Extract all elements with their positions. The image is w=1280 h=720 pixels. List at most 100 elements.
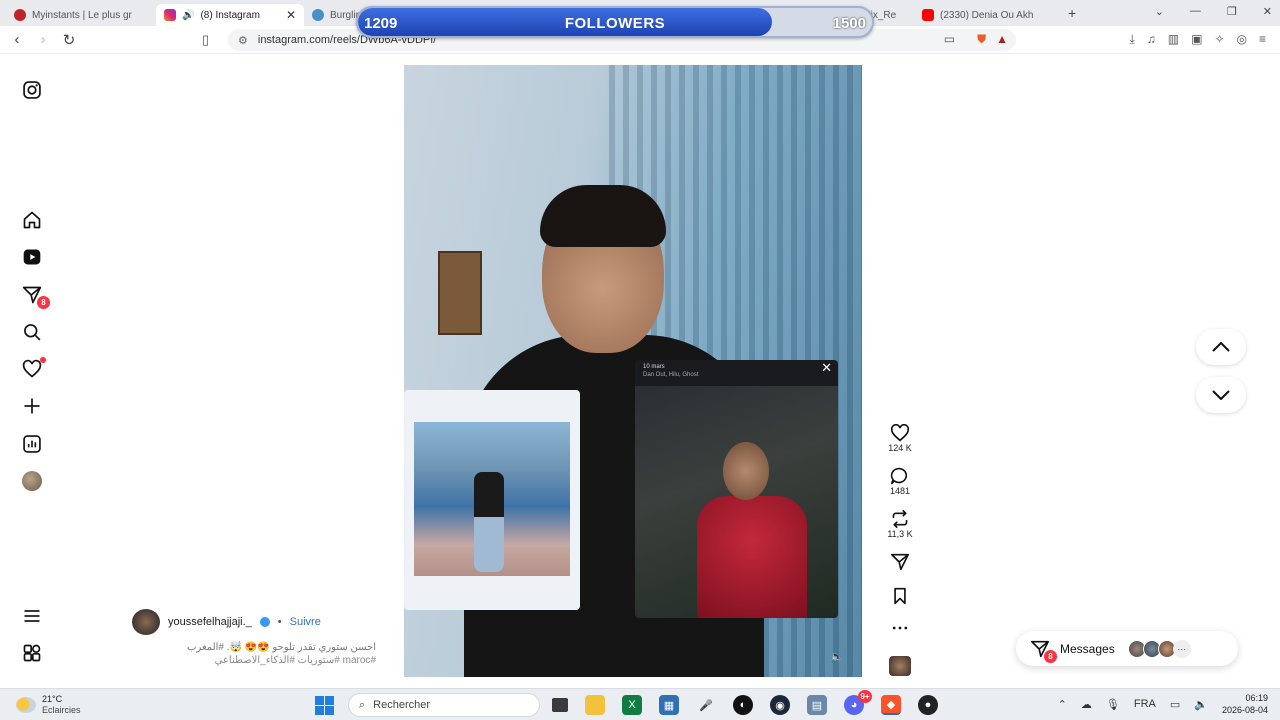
followers-label: FOLLOWERS — [564, 15, 666, 32]
minimize-icon[interactable]: — — [1190, 5, 1201, 18]
author-avatar[interactable] — [132, 609, 160, 635]
story-date: 10 mars — [643, 364, 665, 370]
speaker-icon[interactable]: 🔊 — [182, 10, 194, 21]
brave-browser-icon[interactable]: ◆ — [881, 695, 901, 715]
messages-label: Messages — [1060, 641, 1115, 656]
heart-notifications-icon[interactable] — [20, 357, 46, 381]
forward-icon[interactable]: › — [30, 31, 56, 48]
store-icon[interactable]: ▤ — [807, 695, 827, 715]
person-hair — [540, 185, 666, 247]
display-icon[interactable]: ▭ — [1170, 698, 1180, 711]
chevron-down-icon — [1212, 390, 1230, 400]
save-button[interactable] — [882, 587, 918, 605]
mic-tray-icon[interactable]: 🎙 — [1106, 698, 1120, 711]
close-window-icon[interactable]: ✕ — [1263, 5, 1272, 18]
discord-icon[interactable]: ◕ 9+ — [844, 690, 872, 715]
more-menu-icon[interactable] — [20, 604, 44, 628]
pinned-apps: X ▦ 🎤 ◐ ◉ ▤ ◕ 9+ ◆ ● — [552, 690, 938, 715]
weather-desc: Eclaircies — [42, 705, 81, 715]
author-username[interactable]: youssefelhajjaji._ — [168, 616, 252, 628]
tab-myinstants[interactable]: Myinstants | Le plus gr — [6, 4, 156, 26]
tab-youtube[interactable]: (2330) Denia Ou Akh — [914, 4, 1064, 26]
reel-video[interactable]: 10 mars Dan Out, Hilu, Ghost ✕ 🔈 — [404, 65, 862, 677]
site-settings-icon[interactable]: ⚙ — [238, 34, 248, 47]
instagram-logo-icon[interactable] — [20, 78, 44, 102]
obs-icon[interactable]: ● — [918, 695, 938, 715]
weather-widget[interactable]: 21°C Eclaircies — [16, 694, 81, 716]
bookmark-icon[interactable]: ▯ — [202, 32, 209, 48]
task-view-icon[interactable] — [552, 698, 568, 712]
music-icon[interactable]: ♫ — [1147, 32, 1156, 47]
microphone-icon[interactable]: 🎤 — [696, 695, 716, 715]
browser-toolbar: ⤓ ♫ ▥ ▣ ✧ ◎ ≡ — [1129, 32, 1266, 47]
download-icon[interactable]: ⤓ — [1129, 32, 1134, 47]
close-tab-icon[interactable]: ✕ — [286, 8, 296, 22]
steam-icon[interactable]: ◉ — [770, 695, 790, 715]
vpn-icon[interactable]: ◎ — [1237, 32, 1247, 47]
messages-button[interactable]: 8 Messages ··· — [1016, 631, 1238, 666]
restore-icon[interactable]: ❐ — [1227, 5, 1237, 18]
wallet-icon[interactable]: ▣ — [1191, 32, 1202, 47]
caption-hashtags[interactable]: #maroc #ستوريات #الذكاء_الاصطناعي — [140, 655, 376, 666]
new-tab-icon[interactable]: + — [1068, 5, 1076, 21]
volume-icon[interactable]: 🔈 — [830, 650, 844, 663]
brave-shield-icon[interactable]: ⛊ — [977, 32, 986, 47]
insights-icon[interactable] — [20, 432, 44, 456]
followers-goal-bar: FOLLOWERS 1209 1500 — [356, 6, 874, 38]
heart-icon — [890, 424, 910, 442]
windows-start-icon[interactable] — [315, 696, 334, 715]
language-indicator[interactable]: FRA — [1134, 698, 1156, 710]
windows-taskbar: 21°C Eclaircies ⌕ Rechercher X ▦ 🎤 ◐ ◉ ▤… — [0, 688, 1280, 720]
previous-reel-button[interactable] — [1196, 329, 1246, 365]
globe-favicon-icon — [312, 9, 324, 21]
clock[interactable]: 06:19 2026-08-04 — [1222, 692, 1268, 716]
post-card-overlay — [404, 390, 580, 610]
comment-icon — [890, 467, 908, 485]
calculator-icon[interactable]: ▦ — [659, 695, 679, 715]
tab-instagram[interactable]: 🔊 (8) Instagram ✕ — [156, 4, 304, 26]
direct-messages-icon[interactable]: 8 — [20, 283, 50, 309]
taskbar-search[interactable]: ⌕ Rechercher — [348, 693, 540, 717]
search-icon[interactable] — [20, 320, 44, 344]
repost-button[interactable]: 11,3 K — [882, 510, 918, 539]
tab-title: Myinstants | Le plus gr — [32, 9, 132, 21]
more-avatars-icon: ··· — [1172, 639, 1191, 658]
home-icon[interactable] — [20, 208, 44, 232]
extensions-icon[interactable]: ✧ — [1214, 32, 1224, 47]
comment-count: 1481 — [889, 486, 911, 496]
chevron-up-icon — [1212, 342, 1230, 352]
author-separator: • — [277, 616, 282, 628]
also-from-meta-icon[interactable] — [20, 641, 44, 665]
brave-rewards-icon[interactable]: ▲ — [996, 32, 1008, 47]
profile-avatar[interactable] — [20, 469, 44, 493]
follow-button[interactable]: Suivre — [290, 616, 321, 628]
create-plus-icon[interactable] — [20, 394, 44, 418]
file-explorer-icon[interactable] — [585, 695, 605, 715]
cloud-icon[interactable]: ☁ — [1081, 698, 1092, 711]
back-icon[interactable]: ‹ — [4, 31, 30, 48]
tab-title: (8) Instagram — [200, 9, 260, 21]
speaker-icon[interactable]: 🔈 — [1194, 698, 1208, 711]
wall-frame — [438, 251, 482, 335]
next-reel-button[interactable] — [1196, 377, 1246, 413]
comment-button[interactable]: 1481 — [882, 467, 918, 496]
capcut-icon[interactable]: ◐ — [733, 695, 753, 715]
like-button[interactable]: 124 K — [882, 424, 918, 453]
reload-icon[interactable]: ↻ — [56, 31, 82, 49]
ellipsis-icon — [892, 626, 908, 630]
cast-icon[interactable]: ▭ — [944, 32, 955, 47]
tab-list-icon[interactable]: ⌄ — [1155, 5, 1164, 18]
more-options-button[interactable] — [882, 623, 918, 633]
reels-icon[interactable] — [20, 245, 44, 269]
menu-icon[interactable]: ≡ — [1259, 32, 1266, 47]
excel-icon[interactable]: X — [622, 695, 642, 715]
story-close-icon: ✕ — [821, 360, 832, 375]
sidebar-toggle-icon[interactable]: ▥ — [1168, 32, 1179, 47]
weather-temp: 21°C — [42, 694, 63, 704]
window-controls: ⌄ — ❐ ✕ — [1155, 5, 1272, 18]
show-hidden-icon[interactable]: ⌃ — [1058, 698, 1067, 711]
followers-goal: 1500 — [832, 15, 866, 32]
reel-author: youssefelhajjaji._ • Suivre — [132, 609, 321, 635]
share-button[interactable] — [882, 553, 918, 571]
audio-thumbnail[interactable] — [889, 656, 911, 676]
